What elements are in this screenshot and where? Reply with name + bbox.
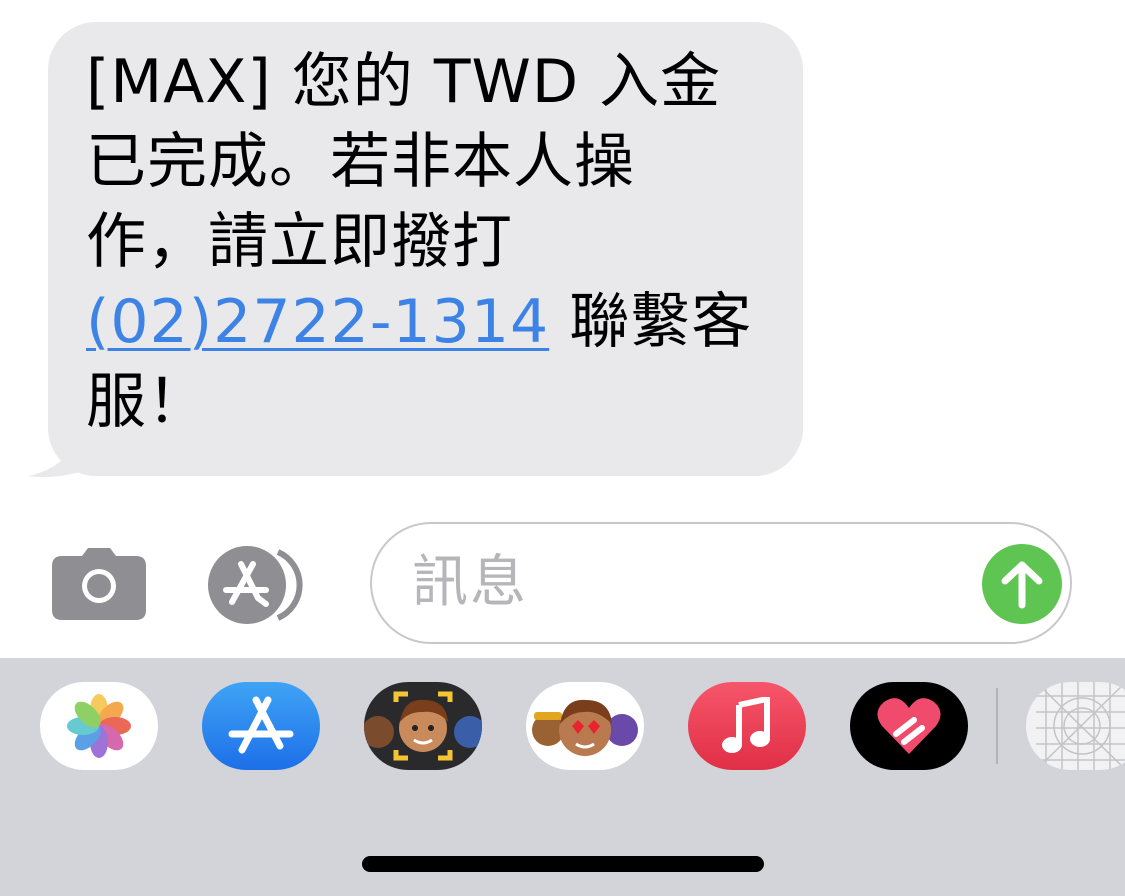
send-button[interactable] [982, 544, 1062, 624]
app-store-button-icon[interactable] [208, 546, 318, 624]
message-line: 已完成。若非本人操 [86, 127, 635, 197]
digital-touch-app[interactable] [850, 682, 968, 770]
message-text: [MAX] 您的 TWD 入金 已完成。若非本人操 作，請立即撥打 (02)27… [86, 42, 786, 442]
digital-touch-icon [877, 698, 941, 754]
message-line: 聯繫客 [549, 287, 753, 357]
message-line: 作，請立即撥打 [86, 207, 513, 277]
music-app[interactable] [688, 682, 806, 770]
message-line: 服！ [86, 367, 208, 437]
more-apps-app[interactable] [1026, 682, 1125, 770]
drawer-divider [996, 688, 998, 764]
memoji-stickers-app[interactable] [364, 682, 482, 770]
app-store-icon [228, 696, 294, 754]
app-drawer [0, 658, 1125, 896]
memoji-stickers-icon [364, 691, 482, 761]
arrow-up-icon [1001, 561, 1043, 609]
home-indicator[interactable] [362, 856, 764, 872]
animoji-app[interactable] [526, 682, 644, 770]
camera-icon[interactable] [52, 548, 146, 620]
photos-app[interactable] [40, 682, 158, 770]
app-store-app[interactable] [202, 682, 320, 770]
phone-link[interactable]: (02)2722-1314 [86, 287, 549, 357]
message-input[interactable]: 訊息 [370, 522, 1072, 644]
message-placeholder: 訊息 [412, 550, 528, 615]
music-icon [722, 697, 770, 753]
more-apps-icon [1035, 682, 1125, 770]
photos-icon [67, 694, 131, 758]
message-line: [MAX] 您的 TWD 入金 [86, 47, 722, 117]
animoji-icon [532, 699, 638, 756]
